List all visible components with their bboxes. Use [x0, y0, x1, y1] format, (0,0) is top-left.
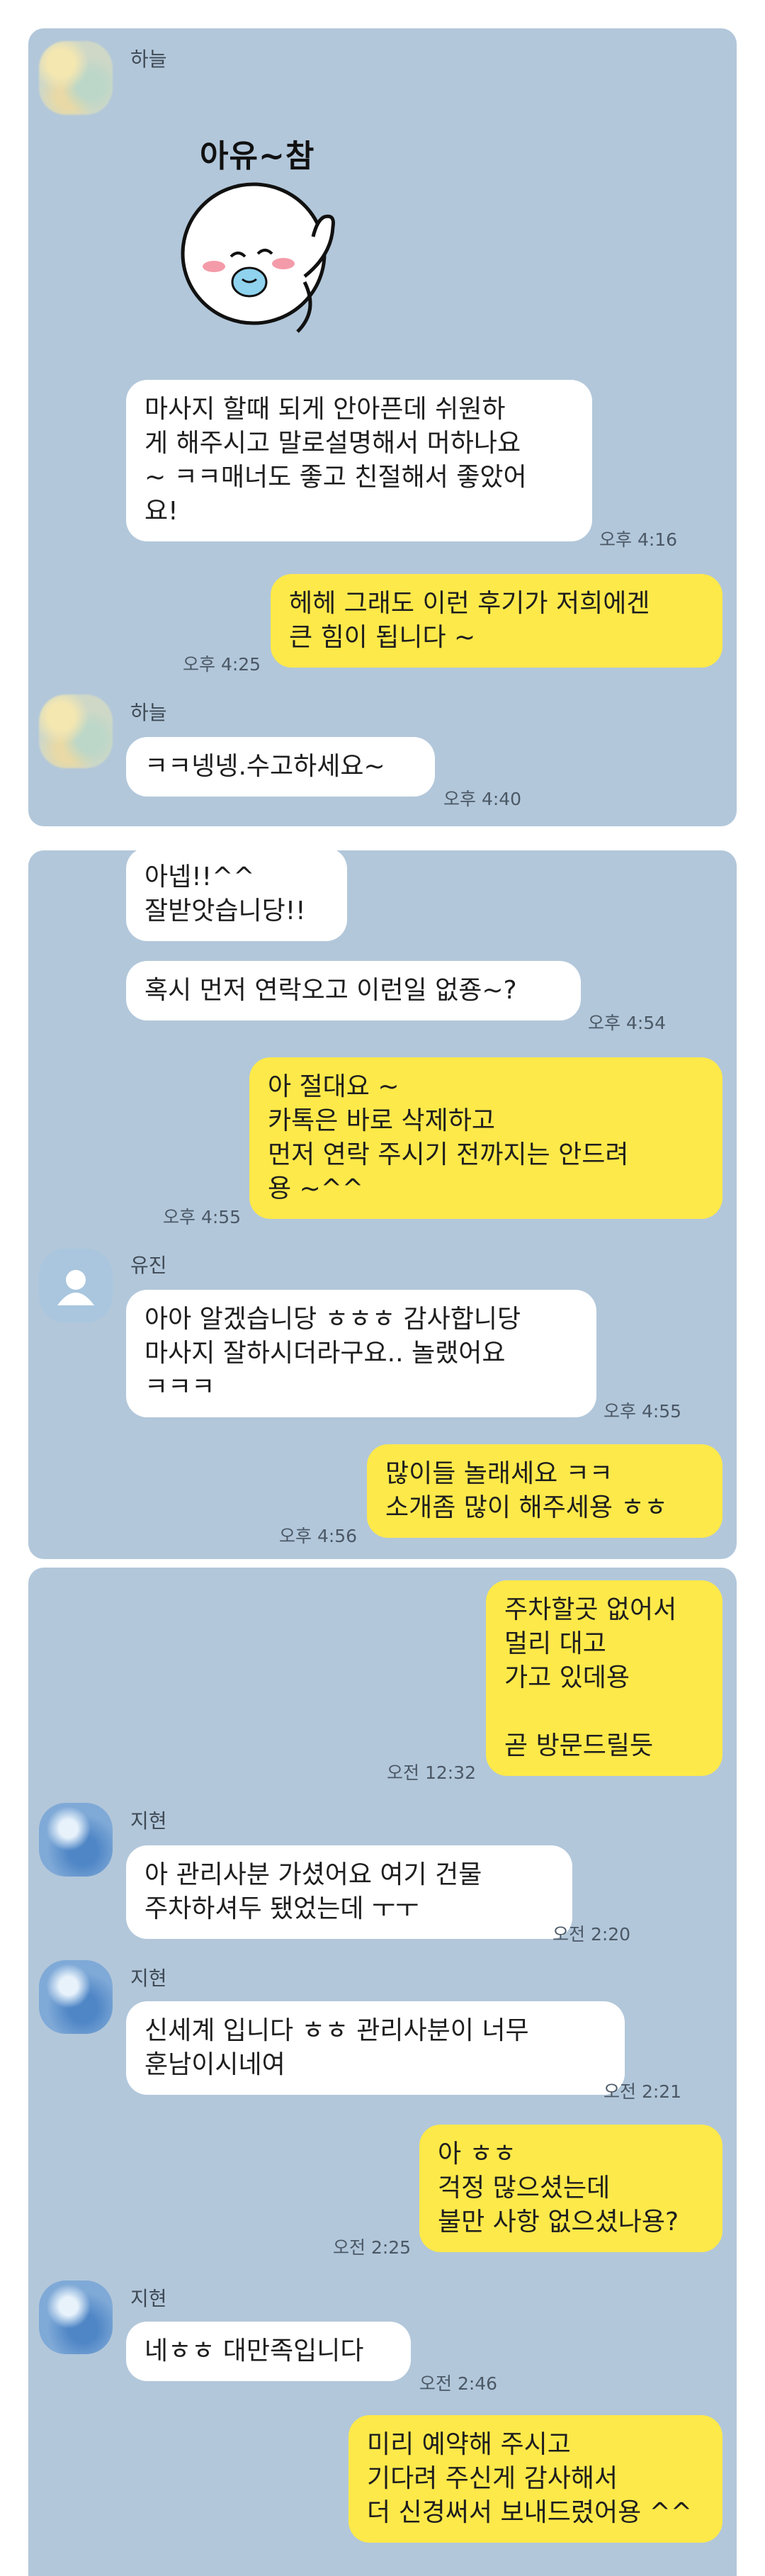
avatar[interactable] [39, 1249, 113, 1322]
message-time: 오전 2:46 [419, 2373, 498, 2394]
my-message-bubble[interactable]: 주차할곳 없어서 멀리 대고 가고 있데용 곧 방문드릴듯 [486, 1580, 722, 1776]
message-time: 오후 4:55 [604, 1401, 682, 1422]
chat-panel-1: 하늘 아유~참 마사지 할때 되게 안아픈데 쉬원하 게 해주시고 말로설명해서… [28, 28, 737, 826]
my-message-bubble[interactable]: 미리 예약해 주시고 기다려 주신게 감사해서 더 신경써서 보내드렸어용 ^^ [348, 2415, 722, 2543]
message-bubble[interactable]: ㅋㅋ넹넹.수고하세요~ [126, 737, 435, 797]
message-time: 오전 2:20 [552, 1924, 631, 1945]
message-bubble[interactable]: 아 관리사분 가셨어요 여기 건물 주차하셔두 됐었는데 ㅜㅜ [126, 1845, 572, 1939]
message-bubble[interactable]: 아아 알겠습니당 ㅎㅎㅎ 감사합니당 마사지 잘하시더라구요.. 놀랬어요 ㅋㅋ… [126, 1290, 596, 1417]
my-message-bubble[interactable]: 아 ㅎㅎ 걱정 많으셨는데 불만 사항 없으셨나용? [419, 2125, 722, 2252]
message-bubble[interactable]: 아넵!!^^ 잘받앗습니당!! [126, 850, 347, 941]
sender-name: 지현 [130, 1809, 167, 1833]
message-time: 오후 4:16 [599, 529, 678, 550]
message-bubble[interactable]: 네ㅎㅎ 대만족입니다 [126, 2322, 411, 2381]
message-time: 오후 4:40 [443, 789, 522, 809]
sender-name: 지현 [130, 1967, 167, 1990]
avatar[interactable] [39, 1803, 113, 1877]
message-time: 오전 2:25 [333, 2237, 412, 2258]
avatar[interactable] [39, 694, 113, 768]
default-profile-icon [57, 1270, 94, 1305]
chat-panel-3: 주차할곳 없어서 멀리 대고 가고 있데용 곧 방문드릴듯 오전 12:32 지… [28, 1568, 737, 2576]
sender-name: 하늘 [130, 701, 167, 724]
my-message-bubble[interactable]: 헤헤 그래도 이런 후기가 저희에겐 큰 힘이 됩니다 ~ [271, 574, 722, 668]
message-bubble[interactable]: 혹시 먼저 연락오고 이런일 없죵~? [126, 961, 581, 1020]
message-time: 오후 4:55 [163, 1207, 242, 1227]
my-message-bubble[interactable]: 많이들 놀래세요 ㅋㅋ 소개좀 많이 해주세용 ㅎㅎ [367, 1444, 722, 1538]
message-bubble[interactable]: 마사지 할때 되게 안아픈데 쉬원하 게 해주시고 말로설명해서 머하나요 ~ … [126, 380, 592, 541]
avatar[interactable] [39, 2280, 113, 2354]
avatar[interactable] [39, 41, 113, 115]
message-time: 오전 12:32 [387, 1762, 476, 1783]
sender-name: 지현 [130, 2287, 167, 2310]
chat-panel-2: 아넵!!^^ 잘받앗습니당!! 혹시 먼저 연락오고 이런일 없죵~? 오후 4… [28, 850, 737, 1559]
sender-name: 유진 [130, 1254, 167, 1277]
message-time: 오전 2:21 [604, 2081, 682, 2102]
message-time: 오후 4:25 [183, 654, 261, 675]
sticker-image: 아유~참 [163, 99, 375, 333]
my-message-bubble[interactable]: 아 절대요 ~ 카톡은 바로 삭제하고 먼저 연락 주시기 전까지는 안드려 용… [249, 1057, 722, 1219]
sender-name: 하늘 [130, 47, 167, 71]
smiling-face-icon [181, 182, 335, 333]
message-time: 오후 4:56 [279, 1526, 358, 1546]
message-bubble[interactable]: 신세계 입니다 ㅎㅎ 관리사분이 너무 훈남이시네여 [126, 2001, 625, 2095]
avatar[interactable] [39, 1960, 113, 2034]
message-time: 오후 4:54 [588, 1013, 667, 1033]
